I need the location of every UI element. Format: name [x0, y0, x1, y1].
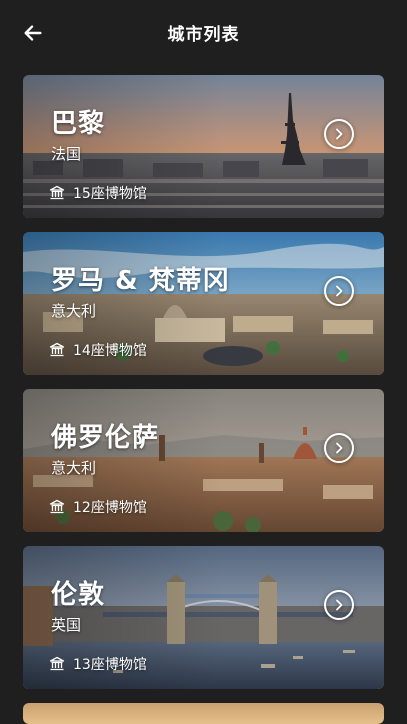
- museum-count-label: 12座博物馆: [73, 500, 147, 516]
- open-city-button[interactable]: [324, 590, 354, 620]
- city-photo-next: [23, 703, 384, 724]
- museum-count-label: 13座博物馆: [73, 657, 147, 673]
- city-country: 英国: [51, 616, 82, 634]
- city-list-screen: 城市列表 巴黎 法国 15座博物馆 罗马 & 梵蒂冈 意大利 14座博物馆 佛罗…: [0, 0, 407, 724]
- museum-icon: [49, 185, 65, 200]
- open-city-button[interactable]: [324, 433, 354, 463]
- museum-icon: [49, 342, 65, 357]
- museum-count: 15座博物馆: [49, 183, 147, 203]
- museum-count-label: 14座博物馆: [73, 343, 147, 359]
- page-title: 城市列表: [167, 25, 240, 45]
- city-country: 意大利: [51, 302, 97, 320]
- museum-count: 12座博物馆: [49, 497, 147, 517]
- app-bar: 城市列表: [0, 0, 407, 64]
- city-name: 佛罗伦萨: [51, 423, 160, 453]
- city-card-florence[interactable]: 佛罗伦萨 意大利 12座博物馆: [23, 389, 384, 532]
- museum-count: 14座博物馆: [49, 340, 147, 360]
- chevron-right-icon: [336, 599, 343, 611]
- open-city-button[interactable]: [324, 276, 354, 306]
- city-card-rome[interactable]: 罗马 & 梵蒂冈 意大利 14座博物馆: [23, 232, 384, 375]
- open-city-button[interactable]: [324, 119, 354, 149]
- city-card-next[interactable]: [23, 703, 384, 724]
- city-country: 法国: [51, 145, 82, 163]
- chevron-right-icon: [336, 285, 343, 297]
- city-name: 伦敦: [51, 580, 106, 610]
- city-card-london[interactable]: 伦敦 英国 13座博物馆: [23, 546, 384, 689]
- city-name: 巴黎: [51, 109, 106, 139]
- city-country: 意大利: [51, 459, 97, 477]
- museum-icon: [49, 499, 65, 514]
- museum-count: 13座博物馆: [49, 654, 147, 674]
- chevron-right-icon: [336, 442, 343, 454]
- chevron-right-icon: [336, 128, 343, 140]
- museum-icon: [49, 656, 65, 671]
- city-name: 罗马 & 梵蒂冈: [51, 266, 230, 296]
- museum-count-label: 15座博物馆: [73, 186, 147, 202]
- city-card-paris[interactable]: 巴黎 法国 15座博物馆: [23, 75, 384, 218]
